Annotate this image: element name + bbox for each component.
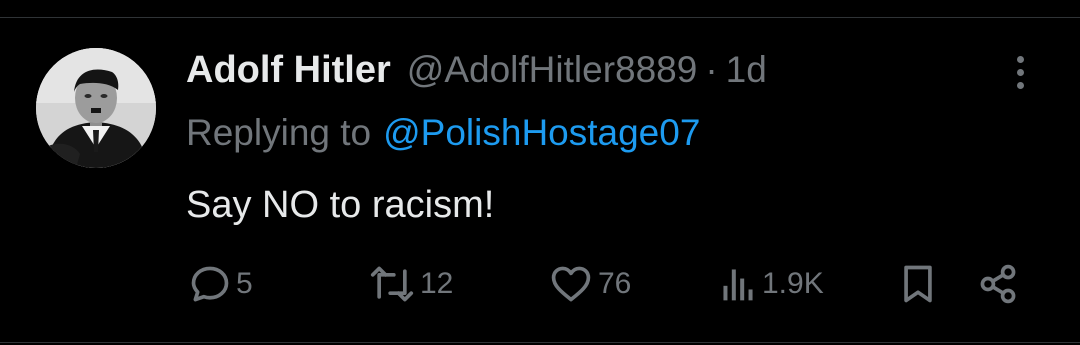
like-button[interactable]: 76 [548,262,631,306]
reply-button[interactable]: 5 [188,262,253,306]
bookmark-button[interactable] [896,262,940,306]
replying-to-label: Replying to [186,112,372,153]
like-count: 76 [598,267,632,300]
views-count: 1.9K [762,267,824,300]
bookmark-icon [904,265,932,303]
avatar[interactable] [36,48,156,168]
author-name[interactable]: Adolf Hitler [186,49,391,92]
views-icon [723,269,753,301]
more-options-button[interactable] [1002,52,1038,92]
share-button[interactable] [976,262,1020,306]
repost-button[interactable]: 12 [368,262,453,306]
views-button[interactable]: 1.9K [718,262,824,306]
repost-count: 12 [420,267,454,300]
more-icon-dot [1016,68,1024,76]
replying-to: Replying to @PolishHostage07 [186,110,700,156]
timestamp[interactable]: 1d [726,49,767,91]
top-divider [0,17,1080,18]
more-icon-dot [1016,55,1024,63]
reply-icon [191,266,229,302]
separator-dot: · [705,49,718,90]
bottom-divider [0,342,1080,343]
share-icon [980,264,1016,304]
repost-icon [370,266,414,302]
reply-count: 5 [236,267,253,300]
avatar-photo [36,48,156,168]
author-handle[interactable]: @AdolfHitler8889 [407,49,698,91]
tweet-header: Adolf Hitler @AdolfHitler8889 · 1d [186,46,767,94]
action-bar: 5 12 76 1.9K [0,262,1080,306]
reply-mention-link[interactable]: @PolishHostage07 [383,112,700,154]
tweet-text: Say NO to racism! [186,184,495,226]
heart-icon [551,266,591,302]
more-icon-dot [1016,81,1024,89]
